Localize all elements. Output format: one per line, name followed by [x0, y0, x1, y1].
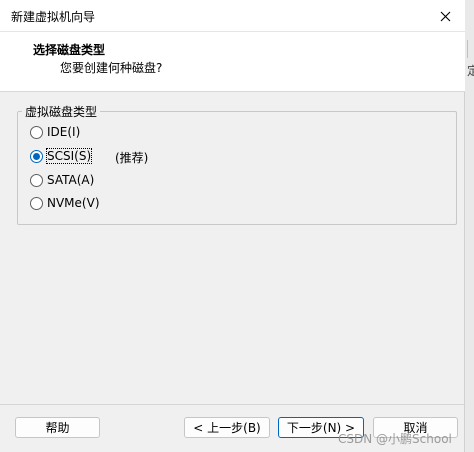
page-subtitle: 您要创建何种磁盘? — [60, 61, 163, 75]
recommended-note: (推荐) — [115, 151, 149, 165]
radio-nvme-circle[interactable] — [30, 196, 43, 210]
radio-sata-label: SATA(A) — [47, 173, 95, 187]
radio-scsi-circle[interactable] — [30, 149, 43, 163]
radio-ide-circle[interactable] — [30, 125, 43, 139]
wizard-header: 选择磁盘类型 您要创建何种磁盘? — [0, 32, 465, 92]
title-bar[interactable]: 新建虚拟机向导 — [0, 0, 465, 32]
page-title: 选择磁盘类型 — [33, 43, 106, 57]
radio-nvme-label: NVMe(V) — [47, 196, 100, 210]
disk-type-group-legend: 虚拟磁盘类型 — [22, 103, 101, 120]
radio-nvme[interactable]: NVMe(V) — [30, 194, 100, 212]
close-icon — [440, 11, 450, 21]
radio-scsi[interactable]: SCSI(S) — [30, 147, 93, 165]
radio-ide[interactable]: IDE(I) — [30, 123, 80, 141]
radio-scsi-label: SCSI(S) — [45, 148, 93, 164]
help-button[interactable]: 帮助 — [15, 417, 100, 438]
back-button[interactable]: < 上一步(B) — [184, 417, 270, 438]
background-window-glyph: 定 — [467, 64, 474, 78]
close-button[interactable] — [425, 0, 465, 32]
new-vm-wizard-dialog: 新建虚拟机向导 选择磁盘类型 您要创建何种磁盘? 虚拟磁盘类型 IDE(I) S… — [0, 0, 465, 452]
background-window-edge — [467, 40, 474, 58]
radio-sata-circle[interactable] — [30, 173, 43, 187]
button-separator — [0, 404, 465, 405]
radio-sata[interactable]: SATA(A) — [30, 171, 94, 189]
window-title: 新建虚拟机向导 — [11, 10, 96, 24]
watermark: CSDN @小鹏School — [338, 432, 452, 446]
radio-ide-label: IDE(I) — [47, 125, 81, 139]
